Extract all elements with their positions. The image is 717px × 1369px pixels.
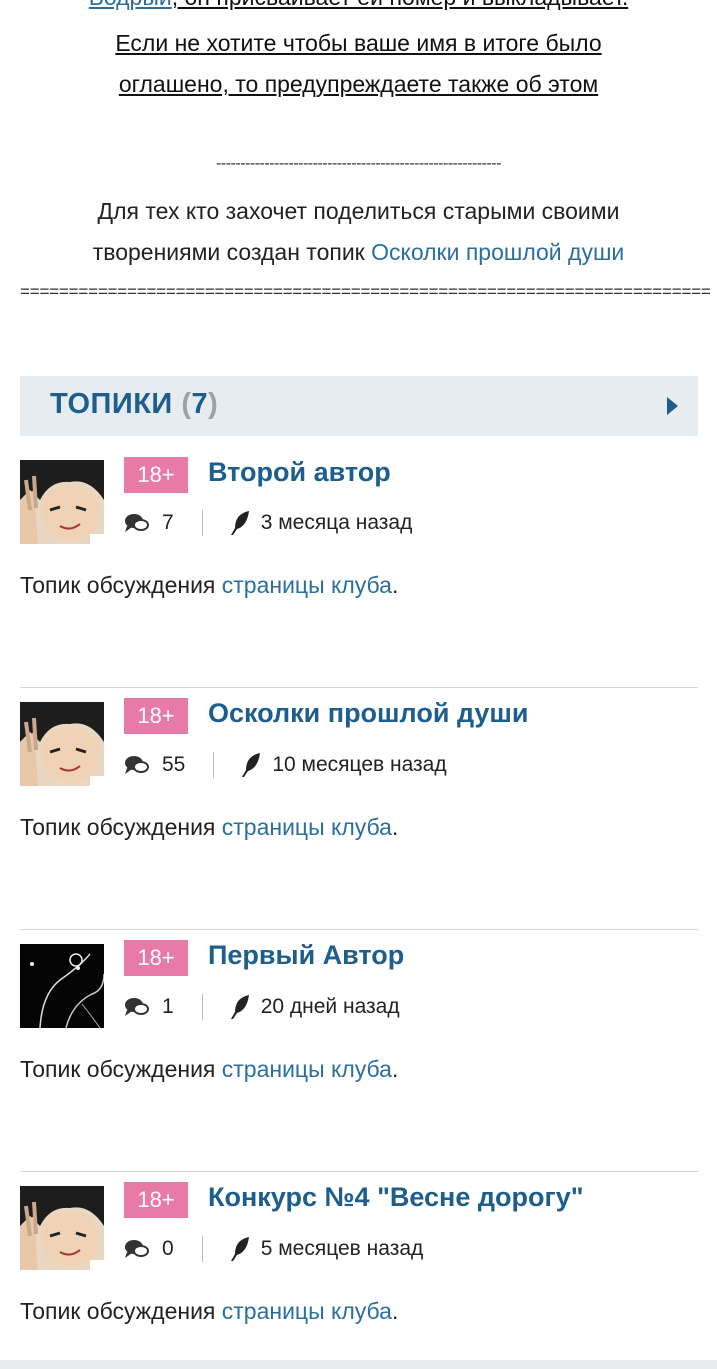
comments-icon [125,514,149,532]
topic-item: 18+ Второй автор 7 3 месяца назад Топик … [20,450,698,692]
section-title: ТОПИКИ (7) [50,388,218,421]
topic-title-link[interactable]: Конкурс №4 "Весне дорогу" [208,1182,584,1213]
anime-boy-avatar-icon [20,460,104,544]
meta-divider [213,752,215,778]
intro-line-5: творениями создан топик Осколки прошлой … [0,239,717,266]
topic-title-link[interactable]: Первый Автор [208,940,404,971]
feather-icon [230,511,249,535]
topic-title-link[interactable]: Осколки прошлой души [208,698,529,729]
desc-text: Топик обсуждения [20,1298,222,1324]
intro-line-4: Для тех кто захочет поделиться старыми с… [97,198,620,224]
intro-topic-link[interactable]: Осколки прошлой души [371,239,624,265]
meta-divider [201,994,203,1020]
feather-icon [230,995,249,1019]
desc-text: Топик обсуждения [20,1056,222,1082]
topics-section-header[interactable]: ТОПИКИ (7) [20,376,698,436]
club-page-link[interactable]: страницы клуба [222,572,392,598]
topic-meta: 55 10 месяцев назад [124,750,447,780]
comments-count: 7 [162,511,174,534]
section-title-text: ТОПИКИ [50,388,173,420]
age-rating-badge: 18+ [124,940,188,976]
club-page-link[interactable]: страницы клуба [222,814,392,840]
topic-description: Топик обсуждения страницы клуба. [20,1056,398,1083]
avatar[interactable] [20,1186,104,1270]
topic-time: 20 дней назад [260,995,400,1018]
bottom-divider [0,1360,717,1369]
section-count: (7) [181,388,218,420]
count-value: 7 [191,388,209,420]
desc-end: . [391,814,399,840]
topic-item: 18+ Осколки прошлой души 55 10 месяцев н… [20,687,698,930]
count-close: ) [208,388,219,420]
feather-icon [230,1237,249,1261]
anime-boy-avatar-icon [20,702,104,786]
meta-divider [201,1236,203,1262]
chevron-right-icon[interactable] [667,397,678,415]
topic-meta: 1 20 дней назад [124,992,400,1022]
topic-title-link[interactable]: Второй автор [208,457,391,488]
comments-count: 55 [162,753,186,776]
comments-icon [125,756,149,774]
topic-meta: 7 3 месяца назад [124,508,412,538]
intro-line-5-text: творениями создан топик [92,239,372,265]
intro-line-2: оглашено, то предупреждаете также об это… [118,71,599,97]
club-page-link[interactable]: страницы клуба [222,1056,392,1082]
intro-line-0-text: , он присваивает ей номер и выкладывает. [172,0,629,10]
desc-end: . [391,572,399,598]
topic-description: Топик обсуждения страницы клуба. [20,572,398,599]
desc-text: Топик обсуждения [20,814,222,840]
topic-meta: 0 5 месяцев назад [124,1234,423,1264]
equals-divider: ========================================… [20,282,710,301]
comments-icon [125,998,149,1016]
topic-time: 3 месяца назад [260,511,413,534]
age-rating-badge: 18+ [124,698,188,734]
intro-line-1: Если не хотите чтобы ваше имя в итоге бы… [115,30,602,56]
avatar[interactable] [20,702,104,786]
topic-description: Топик обсуждения страницы клуба. [20,1298,398,1325]
topic-time: 5 месяцев назад [260,1237,424,1260]
age-rating-badge: 18+ [124,1182,188,1218]
topic-item: 18+ Конкурс №4 "Весне дорогу" 0 5 месяце… [20,1171,698,1358]
dark-sketch-avatar-icon [20,944,104,1028]
desc-end: . [391,1056,399,1082]
desc-end: . [391,1298,399,1324]
intro-dashes-divider: ----------------------------------------… [216,155,501,172]
anime-boy-avatar-icon [20,1186,104,1270]
comments-count: 0 [162,1237,174,1260]
meta-divider [201,510,203,536]
desc-text: Топик обсуждения [20,572,222,598]
intro-line-0: Бодрый, он присваивает ей номер и выклад… [0,0,717,11]
avatar[interactable] [20,944,104,1028]
comments-count: 1 [162,995,174,1018]
intro-author-link[interactable]: Бодрый [89,0,172,10]
topic-item: 18+ Первый Автор 1 20 дней назад Топик о… [20,929,698,1172]
feather-icon [242,753,261,777]
avatar[interactable] [20,460,104,544]
topic-description: Топик обсуждения страницы клуба. [20,814,398,841]
club-page-link[interactable]: страницы клуба [222,1298,392,1324]
count-open: ( [181,388,192,420]
comments-icon [125,1240,149,1258]
age-rating-badge: 18+ [124,457,188,493]
topic-time: 10 месяцев назад [272,753,447,776]
